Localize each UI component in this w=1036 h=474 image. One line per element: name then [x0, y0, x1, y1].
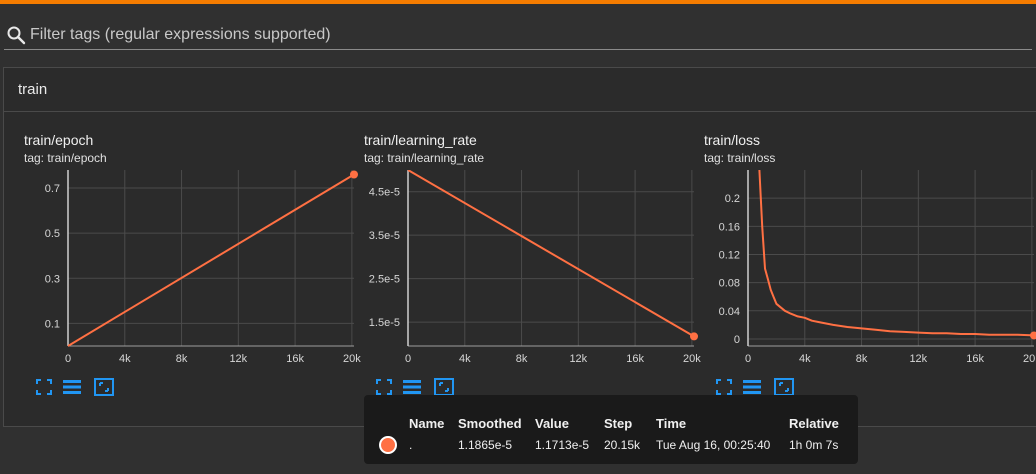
x-tick-label: 16k — [966, 353, 984, 365]
toggle-log-scale-icon[interactable] — [62, 377, 82, 397]
tooltip-header-step: Step — [604, 416, 633, 431]
x-tick-label: 16k — [286, 353, 304, 365]
x-tick-label: 12k — [909, 353, 927, 365]
x-tick-label: 0 — [405, 353, 411, 365]
tooltip-header-value: Value — [535, 416, 569, 431]
last-point-marker — [350, 170, 358, 179]
series-line — [407, 170, 695, 338]
x-tick-label: 20k — [683, 353, 701, 365]
fit-domain-icon[interactable] — [34, 377, 54, 397]
y-tick-label: 3.5e-5 — [369, 230, 400, 242]
filter-tags-input[interactable] — [30, 25, 930, 44]
x-tick-label: 4k — [459, 353, 471, 365]
tooltip-header-name: Name — [409, 416, 445, 431]
y-tick-label: 0.2 — [725, 193, 740, 205]
fit-domain-icon[interactable] — [374, 377, 394, 397]
last-point-marker — [690, 332, 698, 341]
y-tick-label: 0.16 — [719, 221, 740, 233]
x-tick-label: 16k — [626, 353, 644, 365]
chart-card-epoch: train/epoch tag: train/epoch 0 4k 8k 12k 16k… — [24, 132, 364, 402]
expand-chart-icon[interactable] — [774, 377, 794, 397]
x-tick-label: 8k — [176, 353, 188, 365]
section-title[interactable]: train — [4, 68, 1036, 112]
tooltip-relative: 1h 0m 7s — [789, 438, 839, 452]
y-tick-label: 4.5e-5 — [369, 187, 400, 199]
x-tick-label: 20k — [1023, 353, 1036, 365]
epoch-chart[interactable]: 0 4k 8k 12k 16k 20k 0.1 0.3 0.5 0.7 — [24, 170, 364, 375]
tooltip-time: Tue Aug 16, 00:25:40 — [656, 438, 771, 452]
train-section: train train/epoch tag: train/epoch 0 4k 8k… — [3, 67, 1036, 427]
chart-card-loss: train/loss tag: train/loss 0 4k 8k 12k 16k 20… — [704, 132, 1036, 402]
x-tick-label: 8k — [856, 353, 868, 365]
y-tick-label: 2.5e-5 — [369, 274, 400, 286]
x-tick-label: 12k — [569, 353, 587, 365]
x-tick-label: 4k — [799, 353, 811, 365]
chart-title: train/learning_rate — [364, 132, 477, 148]
x-tick-label: 20k — [343, 353, 361, 365]
series-color-dot — [379, 436, 397, 454]
expand-chart-icon[interactable] — [434, 377, 454, 397]
y-tick-label: 0.1 — [45, 318, 60, 330]
learning-rate-chart[interactable]: 0 4k 8k 12k 16k 20k 1.5e-5 2.5e-5 3.5e-5 4.5e-5 — [364, 170, 704, 375]
y-tick-label: 0.7 — [45, 183, 60, 195]
loss-chart[interactable]: 0 4k 8k 12k 16k 20k 0 0.04 0.08 0.12 0.16 0.2 — [704, 170, 1036, 375]
toggle-log-scale-icon[interactable] — [742, 377, 762, 397]
top-accent-bar — [0, 0, 1036, 4]
x-tick-label: 0 — [745, 353, 751, 365]
tooltip-header-relative: Relative — [789, 416, 839, 431]
tooltip-smoothed: 1.1865e-5 — [458, 438, 513, 452]
series-line — [67, 173, 355, 347]
fit-domain-icon[interactable] — [714, 377, 734, 397]
y-tick-label: 0.5 — [45, 228, 60, 240]
chart-tag: tag: train/loss — [704, 151, 776, 165]
chart-tag: tag: train/learning_rate — [364, 151, 485, 165]
y-tick-label: 0.08 — [719, 278, 740, 290]
y-tick-label: 0 — [734, 334, 740, 346]
search-icon — [7, 26, 26, 44]
x-tick-label: 0 — [65, 353, 71, 365]
expand-chart-icon[interactable] — [94, 377, 114, 397]
tooltip-header-time: Time — [656, 416, 687, 431]
tooltip-step: 20.15k — [604, 438, 641, 452]
y-tick-label: 0.3 — [45, 273, 60, 285]
tooltip-name: . — [409, 438, 413, 452]
chart-tag: tag: train/epoch — [24, 151, 107, 165]
filter-bar — [4, 20, 1032, 50]
chart-title: train/loss — [704, 132, 761, 148]
y-tick-label: 0.04 — [719, 306, 740, 318]
y-tick-label: 0.12 — [719, 249, 740, 261]
x-tick-label: 12k — [229, 353, 247, 365]
chart-card-learning-rate: train/learning_rate tag: train/learning_… — [364, 132, 704, 402]
x-tick-label: 4k — [119, 353, 131, 365]
y-tick-label: 1.5e-5 — [369, 317, 400, 329]
chart-title: train/epoch — [24, 132, 94, 148]
hover-tooltip: Name Smoothed Value Step Time Relative .… — [364, 395, 858, 464]
toggle-log-scale-icon[interactable] — [402, 377, 422, 397]
tooltip-value: 1.1713e-5 — [535, 438, 590, 452]
x-tick-label: 8k — [516, 353, 528, 365]
last-point-marker — [1030, 331, 1036, 340]
tooltip-header-smoothed: Smoothed — [458, 416, 522, 431]
